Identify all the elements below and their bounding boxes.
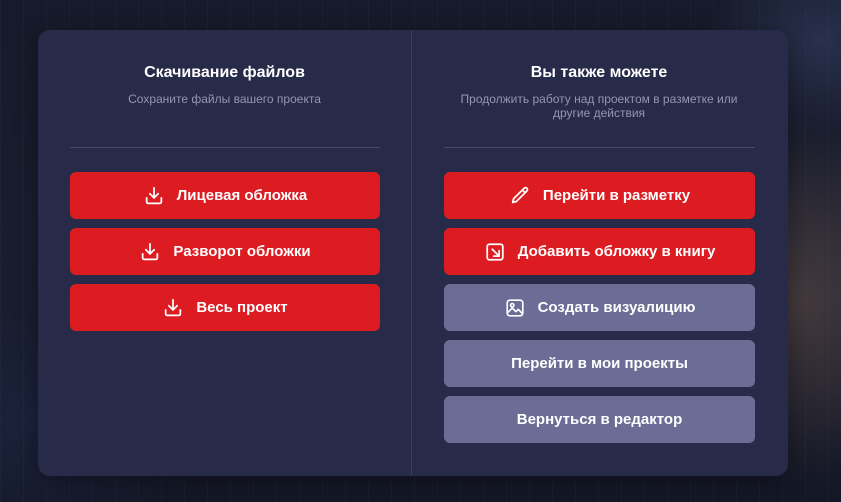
add-cover-to-book-label: Добавить обложку в книгу (517, 243, 716, 260)
go-to-my-projects-button[interactable]: Перейти в мои проекты (444, 340, 755, 387)
download-section-divider (70, 147, 380, 148)
add-cover-to-book-button[interactable]: Добавить обложку в книгу (444, 228, 755, 275)
import-to-book-icon (484, 241, 506, 263)
download-section-title: Скачивание файлов (144, 64, 305, 81)
download-icon (162, 297, 184, 319)
download-whole-project-label: Весь проект (196, 299, 288, 316)
actions-section-subtitle: Продолжить работу над проектом в разметк… (460, 92, 738, 120)
go-to-layout-button[interactable]: Перейти в разметку (444, 172, 755, 219)
export-card: Скачивание файлов Сохраните файлы вашего… (38, 30, 788, 476)
actions-section-title: Вы также можете (530, 64, 668, 81)
download-cover-spread-button[interactable]: Разворот обложки (70, 228, 380, 275)
download-section-subtitle: Сохраните файлы вашего проекта (128, 92, 321, 106)
pencil-icon (509, 185, 531, 207)
download-front-cover-button[interactable]: Лицевая обложка (70, 172, 380, 219)
download-icon (143, 185, 165, 207)
create-visualization-label: Создать визуалицию (537, 299, 696, 316)
image-icon (504, 297, 526, 319)
download-whole-project-button[interactable]: Весь проект (70, 284, 380, 331)
download-icon (139, 241, 161, 263)
download-cover-spread-label: Разворот обложки (173, 243, 311, 260)
back-to-editor-label: Вернуться в редактор (516, 411, 683, 428)
download-front-cover-label: Лицевая обложка (176, 187, 308, 204)
download-section: Скачивание файлов Сохраните файлы вашего… (38, 30, 412, 476)
go-to-layout-label: Перейти в разметку (542, 187, 691, 204)
create-visualization-button[interactable]: Создать визуалицию (444, 284, 755, 331)
actions-section-divider (444, 147, 755, 148)
actions-section: Вы также можете Продолжить работу над пр… (412, 30, 786, 476)
go-to-my-projects-label: Перейти в мои проекты (511, 355, 688, 372)
back-to-editor-button[interactable]: Вернуться в редактор (444, 396, 755, 443)
